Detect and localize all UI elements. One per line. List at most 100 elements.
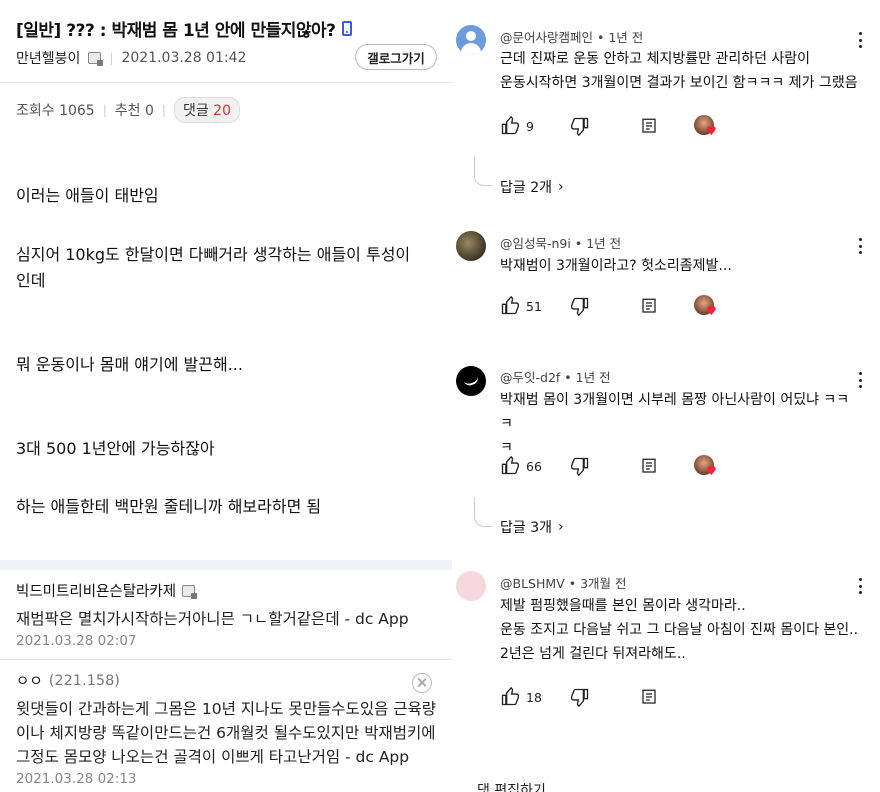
- comment-actions: 51: [500, 295, 658, 317]
- cut-off-text: 댓 편집하기..: [477, 783, 555, 792]
- comment-time: 1년 전: [608, 30, 644, 45]
- gallog-button[interactable]: 갤로그가기: [355, 44, 437, 70]
- comment-text-line: 2년은 넘게 걸린다 뒤져라해도..: [500, 646, 686, 662]
- comment-header: @임성묵-n9i • 1년 전: [500, 233, 621, 252]
- comment-header: @두잇-d2f • 1년 전: [500, 367, 611, 386]
- thumbs-up-icon: [501, 116, 519, 135]
- post-body-line: 심지어 10kg도 한달이면 다빼거라 생각하는 애들이 투성이: [16, 245, 411, 264]
- comment-author[interactable]: ㅇㅇ (221.158): [16, 670, 446, 691]
- more-options-icon[interactable]: [856, 372, 864, 388]
- comment-text-line: 근데 진짜로 운동 안하고 체지방률만 관리하던 사람이: [500, 51, 811, 67]
- comment-text-line: 그정도 몸모양 나오는건 골격이 이쁘게 타고난거임 - dc App: [16, 748, 410, 766]
- dc-post-panel: [일반] ??? : 박재범 몸 1년 안에 만들지않아? 만년헬붕이 | 20…: [0, 0, 452, 792]
- bullet-separator: •: [568, 576, 577, 591]
- post-date: 2021.03.28 01:42: [121, 50, 247, 66]
- user-avatar[interactable]: [456, 571, 486, 601]
- like-button[interactable]: 18: [500, 687, 570, 707]
- comment-time: 1년 전: [575, 370, 611, 385]
- comment-text: 재범팍은 멸치가시작하는거아니믄 ㄱㄴ할거같은데 - dc App: [16, 610, 409, 628]
- comment-text-line: 윗댓들이 간과하는게 그몸은 10년 지나도 못만들수도있음 근육량: [16, 700, 437, 718]
- dislike-button[interactable]: [570, 456, 640, 476]
- thumbs-up-icon: [501, 687, 519, 706]
- comment-header: @문어사랑캠페인 • 1년 전: [500, 27, 643, 46]
- comment-text-line: 운동 조지고 다음날 쉬고 그 다음날 아침이 진짜 몸이다 본인..: [500, 622, 859, 638]
- creator-heart-icon: ♥: [694, 295, 718, 319]
- close-icon[interactable]: [412, 673, 432, 693]
- comment-date: 2021.03.28 02:07: [16, 633, 137, 649]
- comment-text: 근데 진짜로 운동 안하고 체지방률만 관리하던 사람이 운동시작하면 3개월이…: [500, 47, 860, 95]
- user-avatar[interactable]: [456, 231, 486, 261]
- header-divider: [0, 82, 452, 83]
- like-button[interactable]: 51: [500, 296, 570, 316]
- reply-icon[interactable]: [640, 117, 658, 135]
- thumbs-down-icon: [571, 117, 589, 136]
- youtube-comments-panel: @문어사랑캠페인 • 1년 전 근데 진짜로 운동 안하고 체지방률만 관리하던…: [452, 0, 880, 792]
- thread-line: [474, 156, 492, 186]
- like-button[interactable]: 9: [500, 116, 570, 136]
- post-title[interactable]: [일반] ??? : 박재범 몸 1년 안에 만들지않아?: [16, 16, 352, 41]
- creator-heart-icon: ♥: [694, 455, 718, 479]
- comment-author[interactable]: 빅드미트리비욘슨탈라카제: [16, 580, 446, 601]
- creator-heart-icon: ♥: [694, 115, 718, 139]
- reply-count-button[interactable]: 댓글 20: [173, 97, 240, 123]
- bullet-separator: •: [574, 236, 583, 251]
- like-count: 9: [526, 118, 534, 134]
- divider: |: [161, 103, 166, 117]
- thumbs-down-icon: [571, 457, 589, 476]
- comment-ip: (221.158): [48, 672, 120, 689]
- post-stats: 조회수 1065 | 추천 0 | 댓글 20: [16, 97, 240, 123]
- comment-text-line: 박재범 몸이 3개월이면 시부레 몸짱 아닌사람이 어딨냐 ㅋㅋㅋ: [500, 392, 850, 432]
- replies-link[interactable]: 답글 2개 ›: [500, 177, 564, 197]
- reply-icon[interactable]: [640, 688, 658, 706]
- comment-handle[interactable]: @BLSHMV: [500, 576, 565, 591]
- like-count: 51: [526, 298, 542, 314]
- post-meta: 만년헬붕이 | 2021.03.28 01:42: [16, 48, 246, 68]
- reply-icon[interactable]: [640, 297, 658, 315]
- gallog-badge-icon: [88, 52, 104, 66]
- thumbs-down-icon: [571, 297, 589, 316]
- user-avatar[interactable]: [456, 25, 486, 55]
- more-options-icon[interactable]: [856, 32, 864, 48]
- reply-icon[interactable]: [640, 457, 658, 475]
- like-button[interactable]: 66: [500, 456, 570, 476]
- comment-nick: ㅇㅇ: [16, 674, 43, 690]
- more-options-icon[interactable]: [856, 578, 864, 594]
- post-body-line: 3대 500 1년안에 가능하잖아: [16, 439, 215, 458]
- comment-text-line: 박재범이 3개월이라고? 헛소리좀제발...: [500, 258, 732, 274]
- comment-handle[interactable]: @두잇-d2f: [500, 370, 560, 385]
- author-name[interactable]: 만년헬붕이: [16, 48, 80, 68]
- thread-line: [474, 497, 492, 527]
- comment-text: 박재범이 3개월이라고? 헛소리좀제발...: [500, 254, 860, 278]
- comment-divider: [0, 659, 452, 660]
- dislike-button[interactable]: [570, 687, 640, 707]
- bullet-separator: •: [597, 30, 605, 45]
- thumbs-up-icon: [501, 456, 519, 475]
- replies-link-label: 답글 3개: [500, 520, 552, 536]
- comment-actions: 66: [500, 455, 658, 477]
- comments-separator: [0, 560, 452, 570]
- more-options-icon[interactable]: [856, 238, 864, 254]
- post-body-line: 하는 애들한테 백만원 줄테니까 해보라하면 됨: [16, 497, 322, 516]
- post-body-line: 뭐 운동이나 몸매 얘기에 발끈해...: [16, 355, 243, 374]
- reply-number: 20: [213, 103, 231, 119]
- thumbs-down-icon: [571, 688, 589, 707]
- mobile-icon: [341, 21, 352, 36]
- post-body-line: 이러는 애들이 태반임: [16, 186, 159, 205]
- comment-actions: 9: [500, 115, 658, 137]
- chevron-right-icon: ›: [558, 519, 564, 535]
- replies-link[interactable]: 답글 3개 ›: [500, 517, 564, 537]
- comment-handle[interactable]: @문어사랑캠페인: [500, 30, 593, 45]
- comment-text: 제발 펌핑했을때를 본인 몸이라 생각마라.. 운동 조지고 다음날 쉬고 그 …: [500, 594, 860, 666]
- divider: |: [102, 103, 107, 117]
- post-title-text: [일반] ??? : 박재범 몸 1년 안에 만들지않아?: [16, 21, 336, 41]
- comment-handle[interactable]: @임성묵-n9i: [500, 236, 571, 251]
- comment-text-line: 제발 펌핑했을때를 본인 몸이라 생각마라..: [500, 598, 746, 614]
- dislike-button[interactable]: [570, 296, 640, 316]
- chevron-right-icon: ›: [558, 179, 564, 195]
- comment-item: ㅇㅇ (221.158) 윗댓들이 간과하는게 그몸은 10년 지나도 못만들수…: [16, 670, 446, 788]
- comment-header: @BLSHMV • 3개월 전: [500, 573, 627, 592]
- like-count: 18: [526, 689, 542, 705]
- user-avatar[interactable]: [456, 366, 486, 396]
- dislike-button[interactable]: [570, 116, 640, 136]
- thumbs-up-icon: [501, 296, 519, 315]
